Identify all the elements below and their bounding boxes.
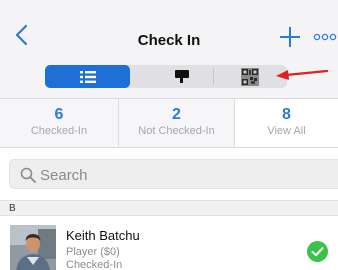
stat-label: Checked-In [30,125,88,137]
stat-label: View All [267,125,306,137]
stat-value: 8 [282,106,291,123]
segment-qr-scan[interactable] [213,65,287,88]
player-role: Player ($0) [66,246,120,258]
stat-not-checked-in[interactable]: 2 Not Checked-In [118,99,235,147]
search-bar[interactable] [9,159,338,189]
player-status: Checked-In [66,259,123,270]
stat-label: Not Checked-In [138,125,215,137]
more-options-icon[interactable] [313,33,338,41]
list-icon [79,70,96,83]
player-name: Keith Batchu [66,228,140,243]
stat-value: 2 [172,106,181,123]
section-letter: B [9,203,16,214]
segment-flag-view[interactable] [141,65,223,88]
avatar [10,225,56,270]
stat-view-all[interactable]: 8 View All [235,99,338,147]
search-input[interactable] [40,165,330,185]
view-segmented-control [45,65,287,88]
section-header: B [0,200,338,216]
checkin-stats-bar: 6 Checked-In 2 Not Checked-In 8 View All [0,98,338,148]
stat-value: 6 [54,106,64,123]
checkmark-circle-icon[interactable] [307,241,328,262]
qr-code-icon [241,67,259,86]
plus-icon[interactable] [279,26,301,48]
segment-list-view[interactable] [45,65,130,88]
flag-icon [175,69,189,83]
list-item[interactable]: Keith Batchu Player ($0) Checked-In [0,216,338,270]
nav-bar: Check In [0,0,338,98]
stat-checked-in[interactable]: 6 Checked-In [0,99,118,147]
search-icon [20,167,36,183]
